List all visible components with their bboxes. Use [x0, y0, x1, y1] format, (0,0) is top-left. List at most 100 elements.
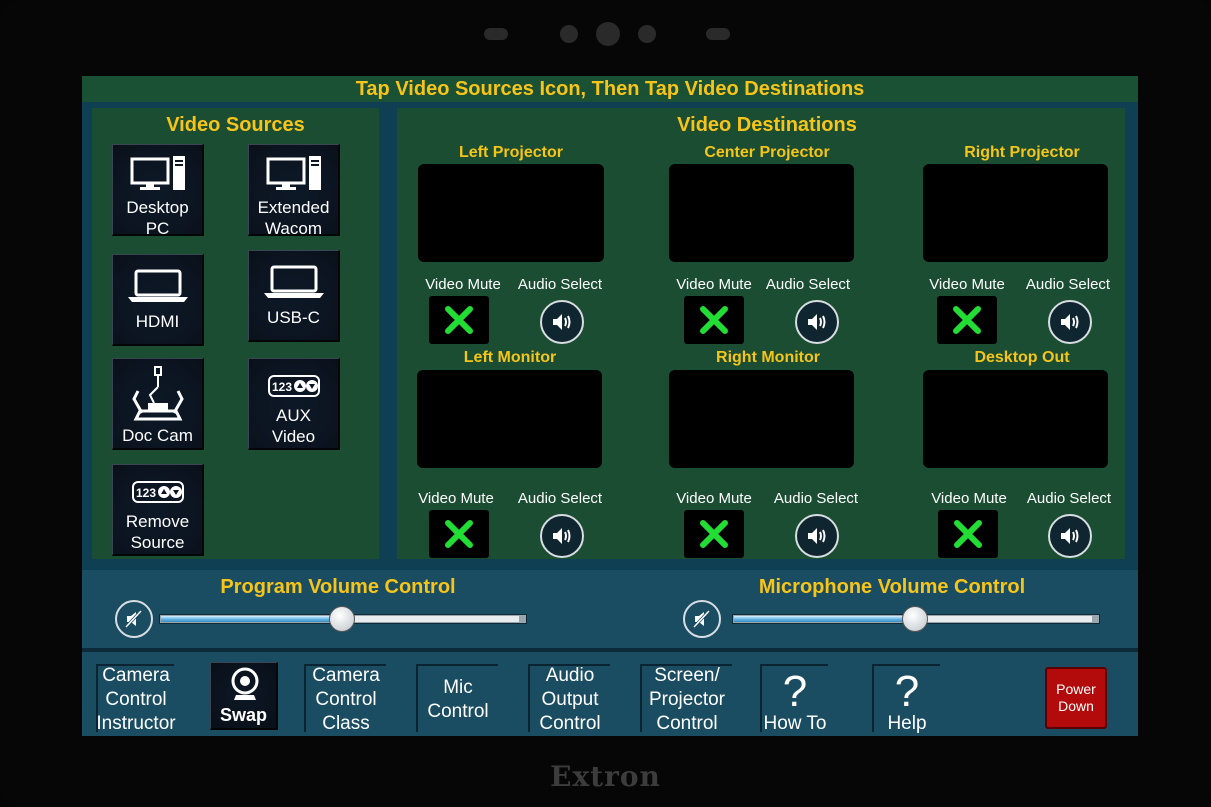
camera-control-class-button[interactable]: Camera Control Class [304, 664, 386, 734]
video-destinations-title: Video Destinations [677, 114, 857, 136]
laptop-icon [263, 265, 324, 298]
destination-label: Center Projector [704, 144, 830, 161]
source-doc-cam-button[interactable]: Doc Cam [112, 358, 204, 450]
webcam-icon [231, 667, 259, 700]
swap-button[interactable]: Swap [210, 662, 278, 730]
video-mute-button[interactable] [684, 510, 744, 558]
source-label: Remove [125, 512, 190, 531]
source-label: Wacom [265, 219, 322, 238]
x-mark-icon [953, 306, 981, 334]
svg-text:123: 123 [272, 380, 292, 394]
audio-output-control-button[interactable]: Audio Output Control [528, 664, 610, 734]
slider-track-remainder [343, 616, 519, 622]
video-mute-button[interactable] [429, 296, 489, 344]
brand-logo: Extron [550, 760, 661, 793]
destination-right-monitor[interactable] [669, 370, 854, 468]
how-to-button[interactable]: ? How To [760, 664, 828, 734]
speaker-icon [1061, 528, 1079, 544]
help-button[interactable]: ? Help [872, 664, 940, 734]
video-mute-button[interactable] [684, 296, 744, 344]
nav-label: How To [763, 713, 827, 734]
program-volume-knob[interactable] [329, 606, 355, 632]
touch-screen: Tap Video Sources Icon, Then Tap Video D… [82, 76, 1138, 736]
question-mark-icon: ? [894, 667, 920, 716]
destination-label: Right Monitor [716, 349, 820, 366]
source-label: Source [130, 533, 185, 552]
speaker-icon [808, 314, 826, 330]
destination-label: Desktop Out [974, 349, 1070, 366]
screen-projector-control-button[interactable]: Screen/ Projector Control [640, 664, 732, 734]
speaker-muted-icon [692, 609, 711, 629]
source-aux-video-button[interactable]: 123 AUX Video [248, 358, 340, 450]
laptop-icon [127, 269, 188, 302]
sensor-dot [638, 25, 656, 43]
source-extended-wacom-button[interactable]: Extended Wacom [248, 144, 340, 238]
audio-select-button[interactable] [540, 300, 584, 344]
speaker-icon [553, 528, 571, 544]
source-desktop-pc-button[interactable]: Desktop PC [112, 144, 204, 238]
speaker-icon [1061, 314, 1079, 330]
nav-label: Mic [443, 677, 473, 698]
nav-label: Control [105, 689, 167, 710]
destination-desktop-out[interactable] [923, 370, 1108, 468]
speaker-icon [808, 528, 826, 544]
audio-select-button[interactable] [1048, 514, 1092, 558]
remove-source-button[interactable]: 123 Remove Source [112, 464, 204, 556]
audio-select-button[interactable] [1048, 300, 1092, 344]
camera-lens [596, 22, 620, 46]
audio-select-label: Audio Select [765, 276, 851, 293]
destination-label: Left Monitor [463, 349, 557, 366]
camera-control-instructor-button[interactable]: Camera Control Instructor [96, 664, 176, 734]
sensor-dot [560, 25, 578, 43]
power-label: Down [1058, 698, 1094, 714]
program-mute-button[interactable] [115, 600, 153, 638]
microphone-mute-button[interactable] [683, 600, 721, 638]
audio-select-button[interactable] [795, 300, 839, 344]
destination-left-monitor[interactable] [417, 370, 602, 468]
source-label: HDMI [135, 312, 180, 331]
nav-label: Control [656, 713, 718, 734]
nav-label: Audio [545, 665, 595, 686]
source-label: Video [271, 427, 316, 446]
audio-select-label: Audio Select [1026, 490, 1112, 507]
destination-left-projector[interactable] [418, 164, 604, 262]
source-label: Desktop [126, 198, 189, 217]
nav-label: Output [541, 689, 599, 710]
audio-select-label: Audio Select [773, 490, 859, 507]
video-mute-label: Video Mute [931, 490, 1007, 507]
x-mark-icon [700, 306, 728, 334]
microphone-volume-knob[interactable] [902, 606, 928, 632]
destination-label: Right Projector [964, 144, 1080, 161]
audio-select-button[interactable] [795, 514, 839, 558]
source-hdmi-button[interactable]: HDMI [112, 254, 204, 346]
nav-label: Instructor [96, 713, 176, 734]
program-volume-slider[interactable] [159, 606, 527, 632]
speaker-muted-icon [124, 609, 143, 629]
destination-center-projector[interactable] [669, 164, 854, 262]
destination-right-projector[interactable] [923, 164, 1108, 262]
video-mute-button[interactable] [937, 296, 997, 344]
nav-label: Camera [312, 665, 380, 686]
video-mute-button[interactable] [429, 510, 489, 558]
video-mute-label: Video Mute [676, 490, 752, 507]
volume-controls: Program Volume Control Microphone Volume… [82, 570, 1138, 648]
microphone-volume-title: Microphone Volume Control [758, 576, 1026, 598]
mic-control-button[interactable]: Mic Control [416, 664, 498, 732]
source-label: USB-C [267, 308, 320, 327]
nav-label: Control [315, 689, 377, 710]
nav-label: Projector [648, 689, 726, 710]
question-mark-icon: ? [782, 667, 808, 716]
routing-area: Video Sources Desktop PC Extended Wacom … [82, 102, 1138, 570]
destination-label: Left Projector [458, 144, 563, 161]
microphone-volume-slider[interactable] [732, 606, 1100, 632]
document-camera-icon [131, 366, 184, 421]
nav-label: Help [887, 713, 927, 734]
aux-input-icon: 123 [267, 375, 320, 397]
video-mute-button[interactable] [938, 510, 998, 558]
x-mark-icon [700, 520, 728, 548]
nav-label: Control [539, 713, 601, 734]
source-usb-c-button[interactable]: USB-C [248, 250, 340, 342]
power-down-button[interactable]: Power Down [1045, 667, 1107, 729]
program-volume-title: Program Volume Control [220, 576, 456, 598]
audio-select-button[interactable] [540, 514, 584, 558]
